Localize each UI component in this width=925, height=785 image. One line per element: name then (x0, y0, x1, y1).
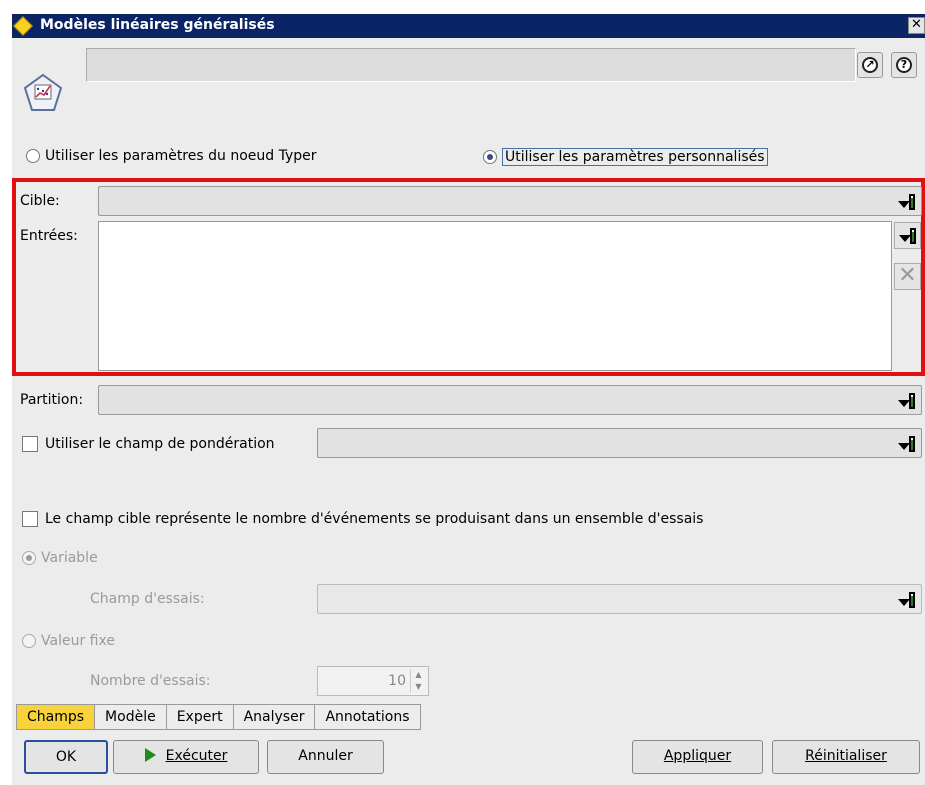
field-picker-icon[interactable] (897, 192, 917, 216)
radio-trials-variable[interactable]: Variable (22, 550, 98, 566)
field-picker-icon[interactable] (897, 391, 917, 415)
radio-custom-settings[interactable]: Utiliser les paramètres personnalisés (483, 148, 768, 166)
close-icon[interactable]: ✕ (908, 17, 925, 34)
glm-node-icon (23, 73, 63, 111)
cancel-button[interactable]: Annuler (267, 740, 384, 774)
trials-count-value: 10 (388, 673, 406, 689)
spinner-down-icon[interactable]: ▼ (411, 681, 426, 693)
tab-expert[interactable]: Expert (165, 704, 234, 730)
checkbox-box (22, 436, 38, 452)
ok-label: OK (55, 749, 77, 765)
radio-typer-settings[interactable]: Utiliser les paramètres du noeud Typer (26, 148, 317, 164)
tab-analyser[interactable]: Analyser (232, 704, 316, 730)
partition-label: Partition: (20, 392, 84, 408)
tab-champs[interactable]: Champs (16, 704, 96, 730)
inputs-field-picker-button[interactable] (894, 222, 921, 249)
radio-fixed-value[interactable]: Valeur fixe (22, 633, 115, 649)
weight-field-label: Utiliser le champ de pondération (45, 436, 275, 452)
apply-button[interactable]: Appliquer (632, 740, 763, 774)
partition-combo[interactable] (98, 385, 922, 415)
app-diamond-icon (13, 16, 33, 36)
trials-checkbox[interactable]: Le champ cible représente le nombre d'év… (22, 511, 703, 527)
radio-typer-label: Utiliser les paramètres du noeud Typer (45, 148, 317, 164)
ok-button[interactable]: OK (24, 740, 108, 774)
info-button[interactable]: ↗ (857, 52, 883, 78)
close-icon: ✕ (898, 263, 917, 288)
run-label: Exécuter (165, 748, 228, 764)
dialog-window: Modèles linéaires généralisés ✕ ↗ ? Util… (12, 14, 925, 785)
target-label: Cible: (20, 193, 60, 209)
checkbox-box (22, 511, 38, 527)
tab-bar: Champs Modèle Expert Analyser Annotation… (16, 704, 421, 730)
radio-fixed-label: Valeur fixe (41, 633, 115, 649)
title-bar: Modèles linéaires généralisés ✕ (12, 14, 925, 38)
field-picker-icon[interactable] (897, 434, 917, 458)
apply-label: Appliquer (663, 748, 732, 764)
play-icon (144, 748, 156, 762)
trials-checkbox-label: Le champ cible représente le nombre d'év… (45, 511, 704, 527)
weight-field-combo[interactable] (317, 428, 922, 458)
field-picker-icon (898, 226, 918, 246)
trials-field-combo[interactable] (317, 584, 922, 614)
spinner-up-icon[interactable]: ▲ (411, 669, 426, 681)
tab-annotations[interactable]: Annotations (314, 704, 421, 730)
remove-input-button[interactable]: ✕ (894, 263, 921, 290)
radio-dot (26, 149, 40, 163)
weight-field-checkbox[interactable]: Utiliser le champ de pondération (22, 436, 275, 452)
radio-dot (22, 634, 36, 648)
radio-dot-selected (22, 551, 36, 565)
reset-label: Réinitialiser (805, 748, 887, 764)
trials-count-spinner[interactable]: 10 ▲ ▼ (317, 666, 429, 696)
run-button[interactable]: Exécuter (113, 740, 259, 774)
cancel-label: Annuler (298, 748, 353, 764)
radio-variable-label: Variable (41, 550, 98, 566)
help-button[interactable]: ? (891, 52, 917, 78)
tab-modele[interactable]: Modèle (94, 704, 167, 730)
radio-custom-label: Utiliser les paramètres personnalisés (502, 148, 768, 166)
inputs-label: Entrées: (20, 228, 78, 244)
help-icon: ? (896, 57, 912, 73)
radio-dot-selected (483, 150, 497, 164)
inputs-list[interactable] (98, 221, 892, 371)
trials-field-label: Champ d'essais: (90, 591, 205, 607)
field-picker-icon[interactable] (897, 590, 917, 614)
arrow-up-right-icon: ↗ (862, 57, 878, 73)
trials-count-label: Nombre d'essais: (90, 673, 211, 689)
reset-button[interactable]: Réinitialiser (772, 740, 920, 774)
node-name-field[interactable] (86, 48, 856, 82)
target-combo[interactable] (98, 186, 922, 216)
window-title: Modèles linéaires généralisés (40, 17, 275, 33)
